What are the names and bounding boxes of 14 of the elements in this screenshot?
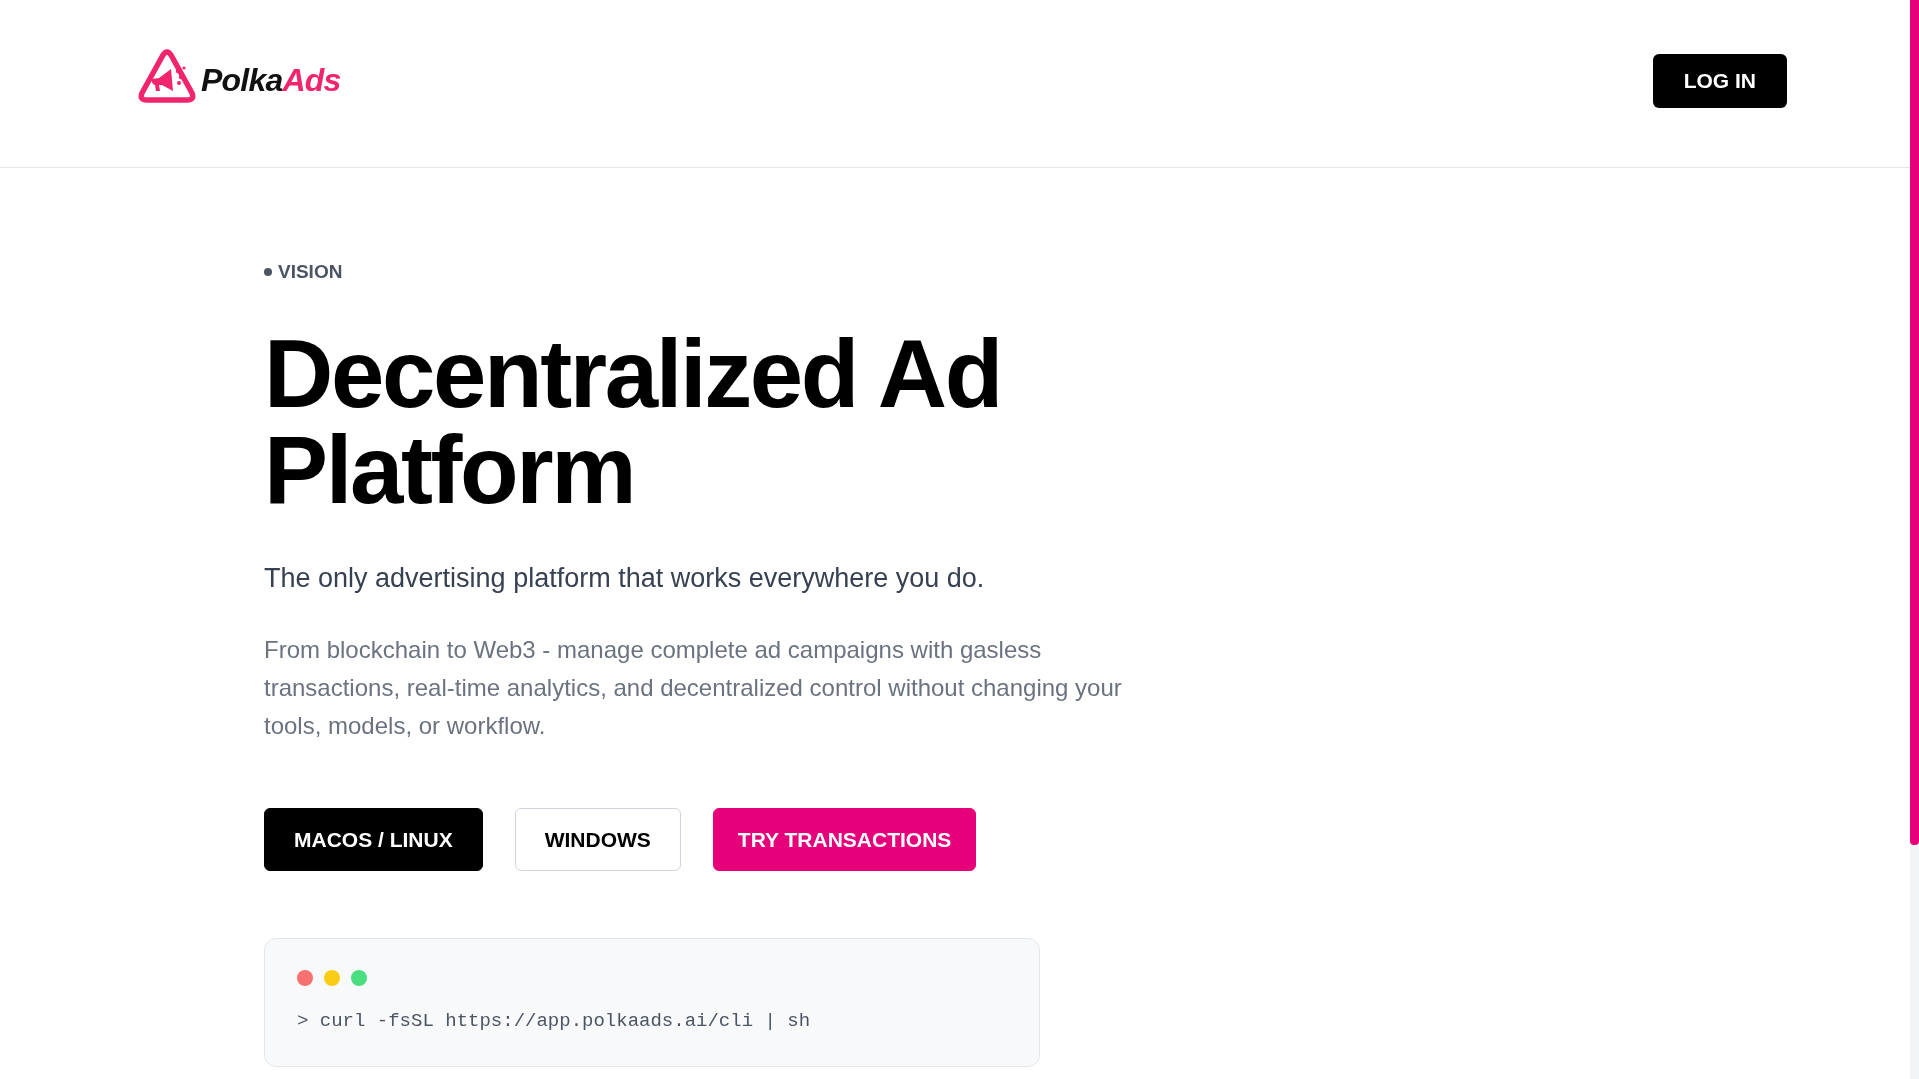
window-dots-icon (297, 970, 367, 986)
login-button[interactable]: LOG IN (1652, 54, 1787, 108)
scrollbar-thumb[interactable] (1910, 0, 1919, 845)
megaphone-logo-icon (137, 49, 197, 103)
os-tab[interactable]: WINDOWS (514, 808, 681, 871)
command-text: > curl -fsSL https://app.polkaads.ai/cli | sh (297, 1009, 811, 1033)
hero-description: From blockchain to Web3 - manage complete ad campaigns with gasless transactions, real-time analytics, and decentralized control without changing your tools, models, or workflow. (264, 635, 1123, 741)
logo-wordmark: PolkaAds (201, 61, 341, 100)
hero-heading: Decentralized Ad Platform (264, 326, 1002, 518)
try-transactions-button[interactable]: TRY TRANSACTIONS (712, 808, 977, 871)
hero-subtitle: The only advertising platform that works everywhere you do. (264, 562, 985, 595)
os-tab[interactable]: MACOS / LINUX (264, 808, 483, 871)
section-label: VISION (278, 260, 343, 284)
bullet-dot-icon (264, 268, 272, 276)
